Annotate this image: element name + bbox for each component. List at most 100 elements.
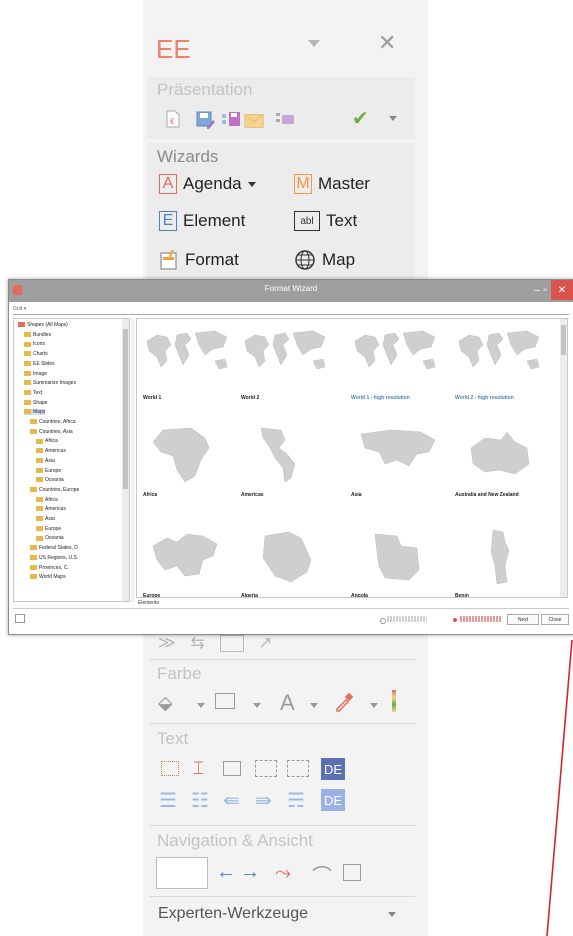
tree-item[interactable]: Bundles bbox=[24, 332, 51, 338]
mail-merge-icon[interactable] bbox=[275, 109, 295, 129]
tree-item[interactable]: Text bbox=[24, 390, 42, 396]
dialog-close-button[interactable]: Close bbox=[541, 614, 569, 625]
save-multiple-icon[interactable] bbox=[221, 109, 241, 129]
new-document-icon[interactable]: € bbox=[163, 109, 183, 129]
language-de-badge[interactable]: DE bbox=[321, 758, 345, 780]
color-palette-icon[interactable] bbox=[392, 690, 396, 712]
mail-icon[interactable] bbox=[244, 111, 264, 131]
map-thumbnail-world[interactable] bbox=[241, 325, 331, 387]
map-thumbnail-world[interactable] bbox=[351, 325, 441, 387]
map-thumbnail-algeria[interactable] bbox=[241, 526, 331, 588]
master-wizard-button[interactable]: M Master bbox=[294, 174, 370, 194]
hide-link-icon[interactable]: ⤳ bbox=[275, 862, 291, 885]
map-thumbnail-europe[interactable] bbox=[143, 526, 233, 588]
eyedropper-dropdown-icon[interactable] bbox=[370, 703, 378, 708]
map-thumbnail-australia[interactable] bbox=[455, 424, 545, 486]
map-thumbnail-africa[interactable] bbox=[143, 424, 233, 486]
merge-text-icon[interactable] bbox=[287, 760, 309, 777]
map-thumbnail-americas[interactable] bbox=[241, 424, 331, 486]
decrease-indent-icon[interactable]: ⇚ bbox=[223, 788, 240, 813]
font-color-icon[interactable]: A bbox=[280, 690, 295, 716]
tree-item[interactable]: Icons bbox=[24, 341, 45, 347]
bullet-list-icon[interactable]: ☰ bbox=[159, 788, 177, 813]
pane-options-dropdown-icon[interactable] bbox=[308, 40, 320, 47]
close-icon[interactable]: ✕ bbox=[378, 30, 396, 56]
navigation-input[interactable] bbox=[156, 857, 208, 889]
tree-item[interactable]: World Maps bbox=[30, 574, 66, 580]
experten-werkzeuge-dropdown[interactable]: Experten-Werkzeuge bbox=[158, 905, 408, 927]
tree-item[interactable]: Americas bbox=[36, 448, 66, 454]
align-spread-icon[interactable]: ⌶ bbox=[193, 758, 204, 779]
format-wizard-button[interactable]: Format bbox=[159, 249, 239, 271]
line-dropdown-icon[interactable] bbox=[253, 703, 261, 708]
agenda-wizard-button[interactable]: A Agenda bbox=[159, 174, 256, 194]
numbered-list-icon[interactable]: ☷ bbox=[191, 788, 209, 813]
check-icon[interactable]: ✔ bbox=[352, 106, 369, 131]
tree-item[interactable]: Image bbox=[24, 371, 47, 377]
text-wizard-button[interactable]: abl Text bbox=[294, 211, 357, 231]
map-thumbnail-benin[interactable] bbox=[455, 526, 545, 588]
font-color-dropdown-icon[interactable] bbox=[310, 703, 318, 708]
map-wizard-button[interactable]: Map bbox=[294, 249, 355, 271]
eye-icon[interactable]: ⌒ bbox=[312, 860, 332, 889]
next-arrow-icon[interactable]: → bbox=[240, 861, 260, 884]
tree-item[interactable]: Summarize Images bbox=[24, 380, 76, 386]
agenda-dropdown-icon[interactable] bbox=[247, 181, 256, 187]
tree-item[interactable]: Oceania bbox=[36, 477, 64, 483]
tree-scroll-thumb[interactable] bbox=[123, 329, 128, 489]
resize-icon[interactable] bbox=[343, 864, 361, 881]
element-wizard-button[interactable]: E Element bbox=[159, 211, 245, 231]
map-thumbnail-world[interactable] bbox=[455, 325, 545, 387]
increase-indent-icon[interactable]: ⇛ bbox=[255, 788, 272, 813]
language-de-badge-2[interactable]: DE bbox=[321, 789, 345, 811]
map-thumbnail-world[interactable] bbox=[143, 325, 233, 387]
map-thumbnail-asia[interactable] bbox=[351, 424, 441, 486]
tree-item[interactable]: Asia bbox=[36, 516, 55, 522]
tree-item[interactable]: Americas bbox=[36, 506, 66, 512]
fill-dropdown-icon[interactable] bbox=[197, 703, 205, 708]
shape-icon[interactable]: ⇆ bbox=[191, 633, 205, 652]
tree-item[interactable]: Provinces, C. bbox=[30, 565, 69, 571]
next-button[interactable]: Next bbox=[507, 614, 539, 625]
edit-icon[interactable] bbox=[15, 614, 25, 623]
tree-item[interactable]: Europe bbox=[36, 526, 61, 532]
tree-item[interactable]: Asia bbox=[36, 458, 55, 464]
fill-color-icon[interactable]: ⬙ bbox=[158, 692, 173, 715]
tree-item[interactable]: Charts bbox=[24, 351, 48, 357]
option-radio-2[interactable] bbox=[453, 618, 457, 622]
tree-item[interactable]: Shapes (All Maps) bbox=[18, 322, 68, 328]
dialog-close-icon[interactable]: ✕ bbox=[551, 280, 573, 300]
tree-item[interactable]: Countries, Africa bbox=[30, 419, 76, 425]
arrow-icon[interactable]: ≫ bbox=[158, 633, 176, 652]
folder-icon bbox=[30, 574, 37, 580]
tree-item[interactable]: Europe bbox=[36, 468, 61, 474]
text-frame-icon[interactable] bbox=[223, 761, 241, 776]
check-dropdown-icon[interactable] bbox=[389, 116, 397, 121]
tree-item[interactable]: US Regions, U.S. bbox=[30, 555, 78, 561]
tree-item[interactable]: Africa bbox=[36, 438, 58, 444]
tree-item[interactable]: Africa bbox=[36, 497, 58, 503]
maximize-icon[interactable]: ▫ bbox=[541, 280, 549, 300]
text-box-icon[interactable] bbox=[161, 761, 179, 776]
line-color-icon[interactable] bbox=[215, 693, 235, 709]
gallery-scroll-thumb[interactable] bbox=[561, 325, 566, 355]
previous-arrow-icon[interactable]: ← bbox=[216, 861, 236, 884]
save-edit-icon[interactable] bbox=[195, 109, 215, 129]
tree-item[interactable]: EE Slides bbox=[24, 361, 55, 367]
tree-item[interactable]: Maps bbox=[24, 409, 46, 416]
eyedropper-icon[interactable] bbox=[334, 692, 354, 712]
splitter[interactable] bbox=[131, 318, 135, 602]
option-radio-1[interactable] bbox=[380, 618, 386, 624]
tree-item[interactable]: Federal States, D bbox=[30, 545, 78, 551]
curve-icon[interactable]: ↗ bbox=[258, 633, 272, 652]
format-painter-icon bbox=[160, 250, 177, 270]
list-format-icon[interactable]: ☴ bbox=[287, 788, 305, 813]
gallery-scrollbar[interactable] bbox=[560, 319, 567, 597]
map-thumbnail-angola[interactable] bbox=[351, 526, 441, 588]
rectangle-icon[interactable] bbox=[219, 635, 244, 652]
tree-item[interactable]: Countries, Asia bbox=[30, 429, 73, 435]
tree-item[interactable]: Shape bbox=[24, 400, 47, 406]
tree-item[interactable]: Countries, Europe bbox=[30, 487, 79, 493]
split-text-icon[interactable] bbox=[255, 760, 277, 777]
tree-item[interactable]: Oceania bbox=[36, 535, 64, 541]
